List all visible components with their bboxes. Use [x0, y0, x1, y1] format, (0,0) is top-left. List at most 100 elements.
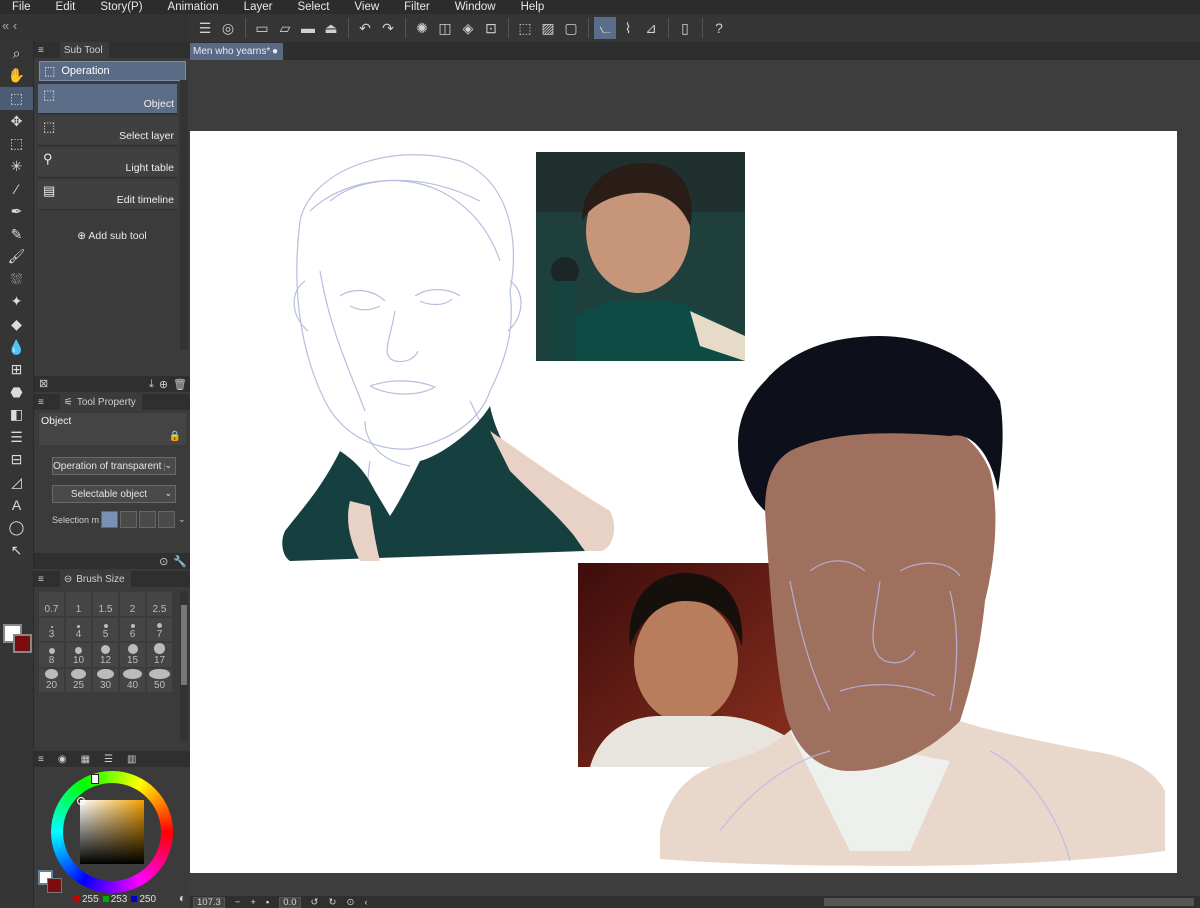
- brush-size-cell[interactable]: 30: [92, 667, 119, 694]
- toolprop-tab[interactable]: ⚟ Tool Property: [59, 394, 142, 410]
- eyedropper-tool-icon[interactable]: ⁄: [0, 178, 33, 201]
- pen-tool-icon[interactable]: ✒: [0, 200, 33, 223]
- subtool-tab[interactable]: Sub Tool: [59, 42, 109, 58]
- subtool-item-edit-timeline[interactable]: ▤ Edit timeline: [38, 180, 177, 210]
- panel-menu-icon[interactable]: ≡: [38, 574, 44, 585]
- zoom-field[interactable]: 107.3: [193, 896, 225, 908]
- sub-color-mini-swatch[interactable]: [47, 878, 62, 893]
- loading-icon[interactable]: ✺: [411, 17, 433, 39]
- brush-size-cell[interactable]: 2.5: [146, 591, 173, 617]
- panel-menu-icon[interactable]: ≡: [38, 754, 44, 765]
- hand-tool-icon[interactable]: ✋: [0, 65, 33, 88]
- menu-story[interactable]: Story(P): [88, 0, 155, 14]
- menu-select[interactable]: Select: [285, 0, 342, 14]
- import-subtool-icon[interactable]: ⤓: [149, 378, 154, 391]
- sv-marker[interactable]: [77, 797, 85, 805]
- wrench-icon[interactable]: 🔧: [173, 555, 187, 568]
- zoom-out-icon[interactable]: −: [235, 897, 241, 908]
- menu-window[interactable]: Window: [443, 0, 509, 14]
- menu-animation[interactable]: Animation: [156, 0, 232, 14]
- scroll-thumb[interactable]: [181, 605, 187, 685]
- subtool-item-object[interactable]: ⬚ Object: [38, 84, 177, 114]
- snap-grid-icon[interactable]: ⊿: [640, 17, 662, 39]
- copy-subtool-icon[interactable]: ⊕: [159, 378, 168, 391]
- brush-size-cell[interactable]: 0.7: [38, 591, 65, 617]
- color-hue-wheel[interactable]: [51, 771, 173, 893]
- gradient-tool-icon[interactable]: ◧: [0, 404, 33, 427]
- frame-tool-icon[interactable]: ⊟: [0, 449, 33, 472]
- menu-help[interactable]: Help: [509, 0, 558, 14]
- brush-size-cell[interactable]: 10: [65, 642, 92, 668]
- selection-mode-add-button[interactable]: [120, 511, 138, 528]
- brush-size-tab[interactable]: ⊖ Brush Size: [59, 571, 131, 587]
- brush-size-cell[interactable]: 8: [38, 642, 65, 668]
- help-icon[interactable]: ?: [708, 17, 730, 39]
- panel-menu-icon[interactable]: ≡: [38, 45, 44, 56]
- transparent-part-dropdown[interactable]: Operation of transparent part ⌄: [52, 457, 176, 475]
- angle-field[interactable]: 0.0: [279, 896, 301, 908]
- selection-tool-icon[interactable]: ⬚: [0, 132, 33, 155]
- brush-size-cell[interactable]: 20: [38, 667, 65, 694]
- color-wheel-tab-icon[interactable]: ◉: [58, 754, 67, 765]
- collapse-arrows-icon[interactable]: « ‹: [2, 18, 17, 33]
- decoration-tool-icon[interactable]: ✦: [0, 291, 33, 314]
- brush-size-cell[interactable]: 7: [146, 616, 173, 643]
- eraser-tool-icon[interactable]: ◆: [0, 313, 33, 336]
- download-icon[interactable]: ⊙: [159, 555, 168, 568]
- brush-tool-icon[interactable]: 🖌: [0, 245, 33, 268]
- airbrush-tool-icon[interactable]: ⛆: [0, 268, 33, 291]
- color-slider-tab-icon[interactable]: ☰: [104, 754, 113, 765]
- chevron-down-icon[interactable]: ⌄: [178, 514, 186, 525]
- sub-color-swatch[interactable]: [13, 634, 32, 653]
- new-file-icon[interactable]: ▭: [251, 17, 273, 39]
- open-file-icon[interactable]: ▱: [274, 17, 296, 39]
- selection-mode-subtract-button[interactable]: [139, 511, 157, 528]
- color-set-tab-icon[interactable]: ▦: [81, 754, 90, 765]
- correct-line-tool-icon[interactable]: ↖: [0, 539, 33, 562]
- brush-size-cell[interactable]: 1.5: [92, 591, 119, 617]
- fit-icon[interactable]: ▪: [266, 897, 269, 908]
- invert-selection-icon[interactable]: ▨: [537, 17, 559, 39]
- document-tab[interactable]: Men who yearns* ●: [190, 43, 283, 60]
- rotate-right-icon[interactable]: ↻: [328, 897, 336, 908]
- brush-size-cell[interactable]: 17: [146, 642, 173, 668]
- menu-edit[interactable]: Edit: [44, 0, 89, 14]
- close-tab-icon[interactable]: ●: [272, 43, 278, 60]
- subtool-settings-icon[interactable]: ⊠: [39, 377, 48, 390]
- brush-size-cell[interactable]: 50: [146, 667, 173, 694]
- brush-scrollbar[interactable]: [180, 591, 188, 741]
- operation-tool-icon[interactable]: ⬚: [0, 87, 33, 110]
- drawing-canvas[interactable]: [190, 131, 1177, 873]
- subtool-group-operation[interactable]: ⬚ Operation: [39, 61, 186, 81]
- export-icon[interactable]: ⏏: [320, 17, 342, 39]
- zoom-in-icon[interactable]: +: [250, 897, 256, 908]
- color-mode-icon[interactable]: ◐: [179, 891, 186, 905]
- move-layer-tool-icon[interactable]: ✥: [0, 110, 33, 133]
- selectable-object-dropdown[interactable]: Selectable object ⌄: [52, 485, 176, 503]
- menu-view[interactable]: View: [342, 0, 392, 14]
- brush-size-cell[interactable]: 5: [92, 616, 119, 643]
- color-history-tab-icon[interactable]: ▥: [127, 754, 136, 765]
- brush-size-cell[interactable]: 1: [65, 591, 92, 617]
- app-logo-icon[interactable]: ◎: [217, 17, 239, 39]
- transform-icon[interactable]: ⊡: [480, 17, 502, 39]
- deselect-icon[interactable]: ⬚: [514, 17, 536, 39]
- delete-subtool-icon[interactable]: 🗑: [173, 378, 187, 391]
- flip-icon[interactable]: ‹: [364, 897, 367, 908]
- saturation-value-square[interactable]: [77, 797, 144, 864]
- brush-size-cell[interactable]: 3: [38, 616, 65, 643]
- lasso-tool-icon[interactable]: ◯: [0, 516, 33, 539]
- menu-filter[interactable]: Filter: [392, 0, 443, 14]
- menu-hamburger-icon[interactable]: ☰: [194, 17, 216, 39]
- subtool-scrollbar[interactable]: [180, 80, 188, 350]
- menu-file[interactable]: File: [0, 0, 44, 14]
- brush-size-cell[interactable]: 40: [119, 667, 146, 694]
- subtool-item-light-table[interactable]: ⚲ Light table: [38, 148, 177, 178]
- snap-special-ruler-icon[interactable]: ⌇: [617, 17, 639, 39]
- add-subtool-button[interactable]: ⊕ Add sub tool: [34, 230, 190, 242]
- fill-tool-icon[interactable]: ⬣: [0, 381, 33, 404]
- clear-icon[interactable]: ◫: [434, 17, 456, 39]
- balloon-tool-icon[interactable]: ◿: [0, 471, 33, 494]
- redo-icon[interactable]: ↷: [377, 17, 399, 39]
- snap-ruler-icon[interactable]: ⦦: [594, 17, 616, 39]
